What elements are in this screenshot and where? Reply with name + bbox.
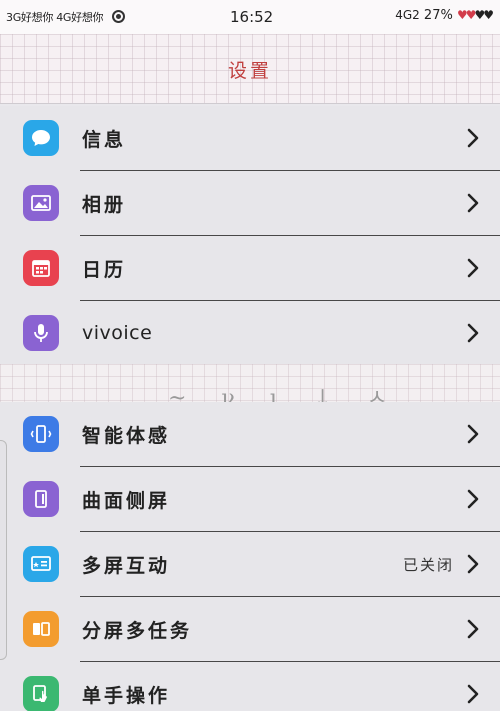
message-icon	[23, 120, 59, 156]
one-hand-icon	[23, 676, 59, 711]
split-screen-icon	[23, 611, 59, 647]
carrier-label: 3G好想你 4G好想你	[6, 11, 104, 24]
chevron-right-icon	[467, 128, 479, 148]
page-title: 设置	[227, 60, 272, 82]
sync-icon	[112, 10, 126, 23]
microphone-icon	[23, 315, 59, 351]
battery-percent: 27%	[423, 8, 453, 23]
settings-item-split-screen[interactable]: 分屏多任务	[0, 597, 500, 662]
settings-item-label: 信息	[82, 129, 127, 151]
photo-icon	[23, 185, 59, 221]
hearts-full: ♥♥	[456, 8, 476, 22]
chevron-right-icon	[467, 424, 479, 444]
settings-group-features: 智能体感 曲面侧屏 多屏互动 已关闭 分屏多任务 单手操作	[0, 402, 500, 711]
settings-header: 设置	[0, 34, 500, 104]
section-divider: ~ ν ι ↓ ㅅ ,,	[0, 364, 500, 402]
settings-group-apps: 信息 相册 日历 vivoice	[0, 106, 500, 366]
chevron-right-icon	[467, 619, 479, 639]
settings-item-label: 单手操作	[82, 685, 171, 707]
chevron-right-icon	[467, 323, 479, 343]
settings-item-messages[interactable]: 信息	[0, 106, 500, 171]
chevron-right-icon	[467, 258, 479, 278]
hearts-empty: ♥♥	[474, 8, 493, 22]
chevron-right-icon	[467, 193, 479, 213]
chevron-right-icon	[467, 684, 479, 704]
phone-motion-icon	[23, 416, 59, 452]
settings-item-label: 多屏互动	[82, 555, 171, 577]
settings-item-label: 相册	[82, 194, 127, 216]
settings-item-label: vivoice	[82, 322, 153, 344]
decorative-scribble: ~ ν ι ↓ ㅅ ,,	[168, 386, 465, 402]
screen-cast-icon	[23, 546, 59, 582]
side-screen-icon	[23, 481, 59, 517]
settings-item-vivoice[interactable]: vivoice	[0, 301, 500, 366]
settings-item-album[interactable]: 相册	[0, 171, 500, 236]
chevron-right-icon	[467, 489, 479, 509]
settings-item-label: 日历	[82, 259, 127, 281]
chevron-right-icon	[467, 554, 479, 574]
settings-item-multi-screen[interactable]: 多屏互动 已关闭	[0, 532, 500, 597]
carrier-text: 3G好想你 4G好想你	[6, 9, 126, 25]
calendar-icon	[23, 250, 59, 286]
multi-screen-status: 已关闭	[402, 556, 454, 574]
settings-item-label: 曲面侧屏	[82, 490, 171, 512]
network-indicator: 4G2	[395, 8, 420, 22]
clock: 16:52	[230, 8, 274, 26]
status-bar: 3G好想你 4G好想你 16:52 4G2 27% ♥♥♥♥	[0, 0, 500, 34]
edge-handle[interactable]	[0, 440, 7, 660]
status-right: 4G2 27% ♥♥♥♥	[395, 8, 494, 23]
settings-item-calendar[interactable]: 日历	[0, 236, 500, 301]
settings-item-one-hand[interactable]: 单手操作	[0, 662, 500, 711]
settings-item-smart-motion[interactable]: 智能体感	[0, 402, 500, 467]
settings-item-label: 智能体感	[82, 425, 171, 447]
settings-item-label: 分屏多任务	[82, 620, 193, 642]
settings-item-curved-side-screen[interactable]: 曲面侧屏	[0, 467, 500, 532]
battery-hearts-icon: ♥♥♥♥	[456, 8, 494, 22]
